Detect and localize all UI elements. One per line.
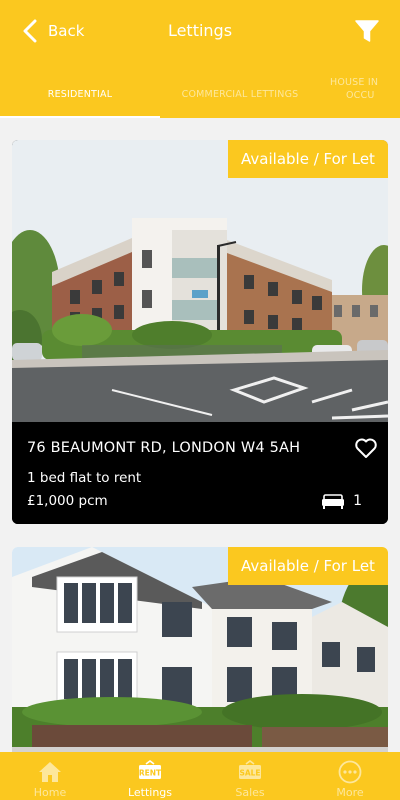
sale-sign-text: SALE — [239, 769, 260, 778]
app-header: Back Lettings RESIDENTIAL COMMERCIAL LET… — [0, 0, 400, 118]
nav-more[interactable]: More — [300, 752, 400, 800]
nav-sales-label: Sales — [235, 786, 265, 799]
listing-description: 1 bed flat to rent — [27, 470, 142, 486]
nav-lettings[interactable]: RENT Lettings — [100, 752, 200, 800]
tab-label-line2: OCCU — [346, 90, 375, 101]
tab-residential[interactable]: RESIDENTIAL — [0, 70, 160, 118]
nav-sales[interactable]: SALE Sales — [200, 752, 300, 800]
bedroom-count-value: 1 — [353, 493, 362, 509]
listing-address: 76 BEAUMONT RD, LONDON W4 5AH — [27, 440, 301, 456]
nav-lettings-label: Lettings — [127, 786, 173, 799]
home-icon — [39, 762, 61, 782]
availability-badge: Available / For Let — [228, 547, 388, 585]
bedroom-count: 1 — [321, 493, 362, 509]
rent-sign-text: RENT — [139, 769, 162, 778]
tab-commercial-lettings[interactable]: COMMERCIAL LETTINGS — [160, 70, 320, 118]
rent-sign-icon: RENT — [139, 760, 162, 779]
property-photo — [12, 140, 388, 422]
listing-price: £1,000 pcm — [27, 493, 108, 509]
sale-sign-icon: SALE — [239, 760, 261, 779]
heart-icon[interactable] — [354, 436, 378, 460]
nav-home-label: Home — [33, 786, 67, 799]
category-tabs: RESIDENTIAL COMMERCIAL LETTINGS HOUSE IN… — [0, 70, 400, 118]
listing-card[interactable]: Available / For Let — [12, 547, 388, 777]
nav-more-label: More — [336, 786, 364, 799]
listing-card[interactable]: Available / For Let 76 BEAUMONT RD, LOND… — [12, 140, 388, 524]
listing-info: 76 BEAUMONT RD, LONDON W4 5AH 1 bed flat… — [12, 422, 388, 524]
sofa-icon — [322, 494, 345, 509]
filter-icon[interactable] — [354, 18, 380, 44]
page-title: Lettings — [167, 21, 233, 40]
nav-home[interactable]: Home — [0, 752, 100, 800]
more-icon — [338, 760, 362, 784]
tab-label-line1: HOUSE IN — [330, 77, 379, 88]
availability-badge: Available / For Let — [228, 140, 388, 178]
bottom-navigation: Home RENT Lettings SALE Sales More — [0, 752, 400, 800]
tab-house-in-occupation[interactable]: HOUSE IN OCCU — [330, 70, 400, 118]
active-tab-indicator — [0, 116, 160, 118]
